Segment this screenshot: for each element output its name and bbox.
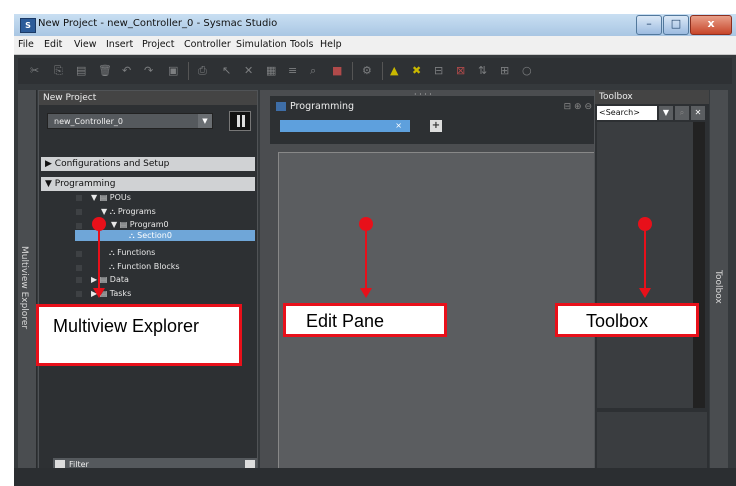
callout-line-toolbox (644, 226, 646, 290)
warning-icon[interactable]: ▲ (390, 62, 398, 79)
tree-label: Function Blocks (117, 262, 180, 271)
menu-view[interactable]: View (74, 39, 97, 50)
tool-a-icon[interactable]: ⊟ (434, 62, 443, 79)
section-configurations[interactable]: ▶ Configurations and Setup (41, 157, 255, 171)
maximize-button[interactable]: □ (663, 15, 689, 35)
app-icon: S (20, 18, 36, 33)
tool-c-icon[interactable]: ⇅ (478, 62, 487, 79)
section-label: Programming (54, 179, 116, 189)
callout-edit-pane: Edit Pane (283, 303, 447, 337)
tree-label: POUs (109, 193, 131, 202)
stop-icon[interactable]: ■ (332, 62, 342, 79)
build-icon[interactable]: ⚙ (362, 62, 372, 79)
tree-label: Section0 (137, 231, 172, 240)
toolbox-header: Toolbox (595, 90, 709, 104)
save-icon[interactable]: ▣ (168, 62, 178, 79)
toolbox-side-tab[interactable]: Toolbox (710, 90, 728, 476)
tree-item-pous[interactable]: ▼ ▤ POUs (91, 193, 131, 202)
toolbox-description (597, 412, 707, 474)
status-bar (14, 468, 736, 486)
tree-item-function-blocks[interactable]: ⛬ Function Blocks (109, 262, 180, 272)
programming-title: Programming (276, 100, 600, 114)
tool-d-icon[interactable]: ⊞ (500, 62, 509, 79)
callout-arrow-explorer (93, 288, 105, 298)
callout-arrow-edit (360, 288, 372, 298)
tree-label: Functions (117, 248, 156, 257)
online-icon[interactable]: ✖ (412, 62, 421, 79)
cross-ref-icon[interactable]: ✕ (244, 62, 253, 79)
chevron-right-icon: ▶ (45, 159, 55, 169)
callout-toolbox: Toolbox (555, 303, 699, 337)
toolbox-pane: Toolbox <Search> ▼ ⌕ ✕ (594, 90, 709, 478)
application-window: S New Project - new_Controller_0 - Sysma… (14, 14, 736, 486)
toolbox-search-input[interactable]: <Search> (597, 106, 657, 120)
side-tab-label: Toolbox (713, 270, 723, 304)
callout-multiview-explorer: Multiview Explorer (36, 304, 242, 366)
explorer-header: New Project (39, 91, 257, 105)
window-title: New Project - new_Controller_0 - Sysmac … (38, 18, 278, 29)
search-icon[interactable]: ⌕ (675, 106, 689, 120)
add-tab-button[interactable]: + (430, 120, 442, 132)
menu-simulation[interactable]: Simulation (236, 39, 287, 50)
menu-help[interactable]: Help (320, 39, 342, 50)
menu-edit[interactable]: Edit (44, 39, 62, 50)
toolbox-scrollbar[interactable] (693, 122, 705, 408)
grid-icon[interactable]: ▦ (266, 62, 276, 79)
cut-icon[interactable]: ✂ (30, 62, 39, 79)
section-programming[interactable]: ▼ Programming (41, 177, 255, 191)
tool-b-icon[interactable]: ⊠ (456, 62, 465, 79)
circle-icon[interactable]: ○ (522, 62, 532, 79)
tree-item-programs[interactable]: ▼ ⛬ Programs (101, 207, 156, 217)
pin-icon[interactable] (229, 111, 251, 131)
menu-file[interactable]: File (18, 39, 34, 50)
minimize-button[interactable]: – (636, 15, 662, 35)
edit-title-text: Programming (290, 101, 355, 112)
chevron-down-icon[interactable]: ▼ (659, 106, 673, 120)
zoom-icons[interactable]: ⊟ ⊕ ⊖ (564, 102, 592, 112)
paste-icon[interactable]: ▤ (76, 62, 86, 79)
side-tab-label: Multiview Explorer (19, 246, 29, 330)
find-icon[interactable]: ⌕ (310, 62, 316, 79)
menu-insert[interactable]: Insert (106, 39, 133, 50)
edit-pane: · · · · Programming ⊟ ⊕ ⊖ × + (260, 90, 606, 478)
tree-item-data[interactable]: ▶ ▤ Data (91, 275, 129, 284)
callout-arrow-toolbox (639, 288, 651, 298)
program-icon (276, 102, 286, 111)
tree-item-section0[interactable]: ⛬ Section0 (129, 231, 172, 241)
undo-icon[interactable]: ↶ (122, 62, 131, 79)
menu-bar: File Edit View Insert Project Controller… (14, 36, 736, 55)
close-tab-icon[interactable]: × (395, 120, 402, 132)
tree-label: Data (109, 275, 129, 284)
menu-controller[interactable]: Controller (184, 39, 231, 50)
callout-line-edit (365, 226, 367, 290)
align-icon[interactable]: ≡ (288, 62, 297, 79)
chevron-down-icon: ▼ (45, 179, 55, 189)
tree-item-functions[interactable]: ⛬ Functions (109, 248, 155, 258)
close-button[interactable]: x (690, 15, 732, 35)
multiview-explorer-pane: New Project new_Controller_0 ▼ ▶ Configu… (38, 90, 258, 478)
toolbar: ✂ ⎘ ▤ 🗑 ↶ ↷ ▣ ⎙ ↖ ✕ ▦ ≡ ⌕ ■ ⚙ ▲ ✖ ⊟ ⊠ ⇅ … (18, 58, 732, 84)
controller-selector[interactable]: new_Controller_0 ▼ (47, 113, 213, 129)
title-bar[interactable]: S New Project - new_Controller_0 - Sysma… (14, 14, 736, 36)
callout-line-explorer (98, 226, 100, 290)
multiview-explorer-side-tab[interactable]: Multiview Explorer (18, 90, 37, 476)
controller-name: new_Controller_0 (54, 117, 123, 126)
copy-icon[interactable]: ⎘ (54, 62, 63, 79)
redo-icon[interactable]: ↷ (144, 62, 153, 79)
tree-label: Program0 (129, 220, 169, 229)
section-label: Configurations and Setup (54, 159, 170, 169)
print-icon[interactable]: ⎙ (198, 62, 207, 79)
chevron-down-icon[interactable]: ▼ (198, 114, 212, 128)
tree-label: Tasks (109, 289, 132, 298)
tree-label: Programs (117, 207, 156, 216)
edit-tab[interactable]: × (280, 120, 410, 132)
tree-item-program0[interactable]: ▼ ▤ Program0 (111, 220, 169, 229)
menu-project[interactable]: Project (142, 39, 175, 50)
pointer-icon[interactable]: ↖ (222, 62, 231, 79)
delete-icon[interactable]: 🗑 (98, 62, 112, 79)
clear-search-icon[interactable]: ✕ (691, 106, 705, 120)
menu-tools[interactable]: Tools (290, 39, 313, 50)
